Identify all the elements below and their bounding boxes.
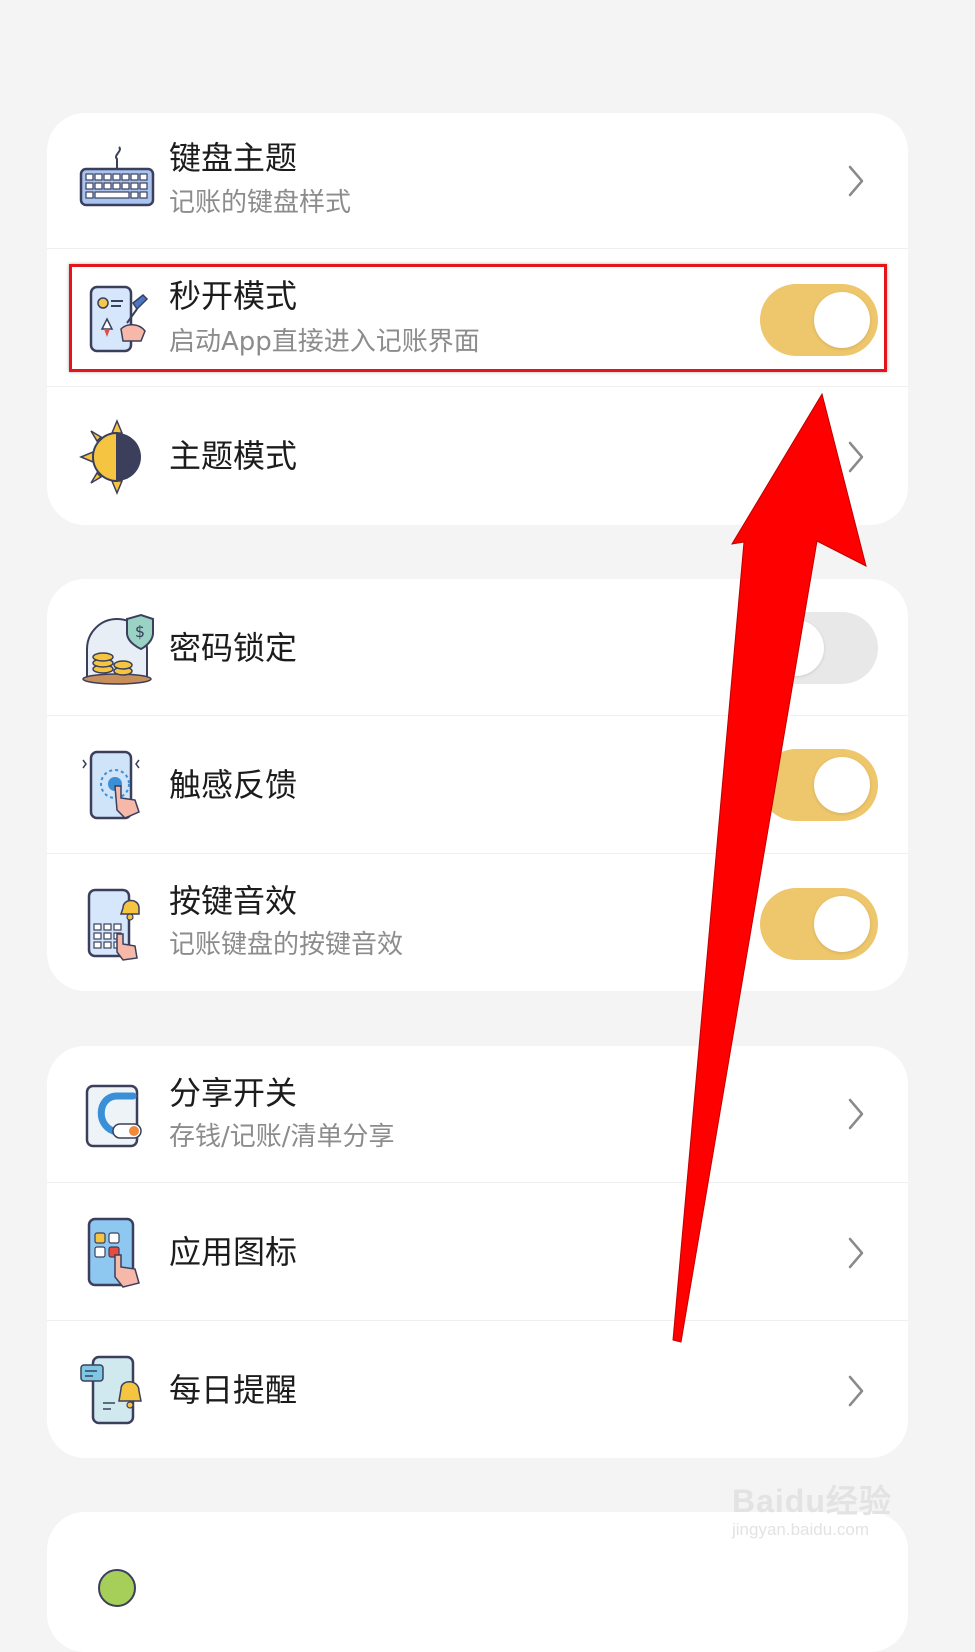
setting-row-key-sound[interactable]: 按键音效 记账键盘的按键音效	[47, 854, 908, 991]
svg-text:$: $	[135, 622, 145, 641]
chevron-right-icon	[844, 437, 868, 477]
key-sound-icon	[77, 884, 157, 964]
app-icon-icon	[77, 1213, 157, 1293]
setting-row-share[interactable]: 分享开关 存钱/记账/清单分享	[47, 1046, 908, 1183]
setting-title: 触感反馈	[169, 766, 298, 804]
setting-row-haptic-feedback[interactable]: 触感反馈	[47, 716, 908, 854]
watermark-brand: Baidu经验	[732, 1483, 892, 1519]
chevron-right-icon	[844, 161, 868, 201]
password-lock-icon: $	[77, 609, 157, 689]
key-sound-toggle[interactable]	[760, 888, 878, 960]
settings-group-security: $ 密码锁定 触感反馈 按键音效 记账键盘的按键音效	[47, 579, 908, 991]
day-night-icon	[77, 417, 157, 497]
keyboard-icon	[77, 141, 157, 221]
share-icon	[77, 1076, 157, 1156]
setting-title: 分享开关	[169, 1074, 298, 1112]
setting-title: 应用图标	[169, 1233, 298, 1271]
setting-title: 主题模式	[169, 437, 298, 475]
setting-subtitle: 记账键盘的按键音效	[169, 930, 404, 960]
daily-reminder-icon	[77, 1351, 157, 1431]
haptic-feedback-toggle[interactable]	[760, 749, 878, 821]
highlight-box	[69, 264, 887, 372]
setting-row-daily-reminder[interactable]: 每日提醒	[47, 1321, 908, 1458]
setting-title: 密码锁定	[169, 629, 298, 667]
password-lock-toggle[interactable]	[760, 612, 878, 684]
setting-subtitle: 记账的键盘样式	[169, 188, 352, 218]
watermark: Baidu经验 jingyan.baidu.com	[732, 1470, 912, 1550]
partial-item-icon	[77, 1548, 157, 1628]
chevron-right-icon	[844, 1233, 868, 1273]
setting-row-theme-mode[interactable]: 主题模式	[47, 387, 908, 525]
setting-title: 键盘主题	[169, 139, 298, 177]
setting-row-keyboard-theme[interactable]: 键盘主题 记账的键盘样式	[47, 113, 908, 249]
chevron-right-icon	[844, 1094, 868, 1134]
setting-title: 按键音效	[169, 882, 298, 920]
haptic-feedback-icon	[77, 746, 157, 826]
watermark-url: jingyan.baidu.com	[732, 1520, 870, 1539]
setting-row-password-lock[interactable]: $ 密码锁定	[47, 579, 908, 716]
setting-row-app-icon[interactable]: 应用图标	[47, 1183, 908, 1321]
setting-subtitle: 存钱/记账/清单分享	[169, 1122, 395, 1152]
toggle-knob	[768, 620, 824, 676]
settings-group-other: 分享开关 存钱/记账/清单分享 应用图标 每日提醒	[47, 1046, 908, 1458]
setting-title: 每日提醒	[169, 1371, 298, 1409]
toggle-knob	[814, 896, 870, 952]
chevron-right-icon	[844, 1371, 868, 1411]
toggle-knob	[814, 757, 870, 813]
